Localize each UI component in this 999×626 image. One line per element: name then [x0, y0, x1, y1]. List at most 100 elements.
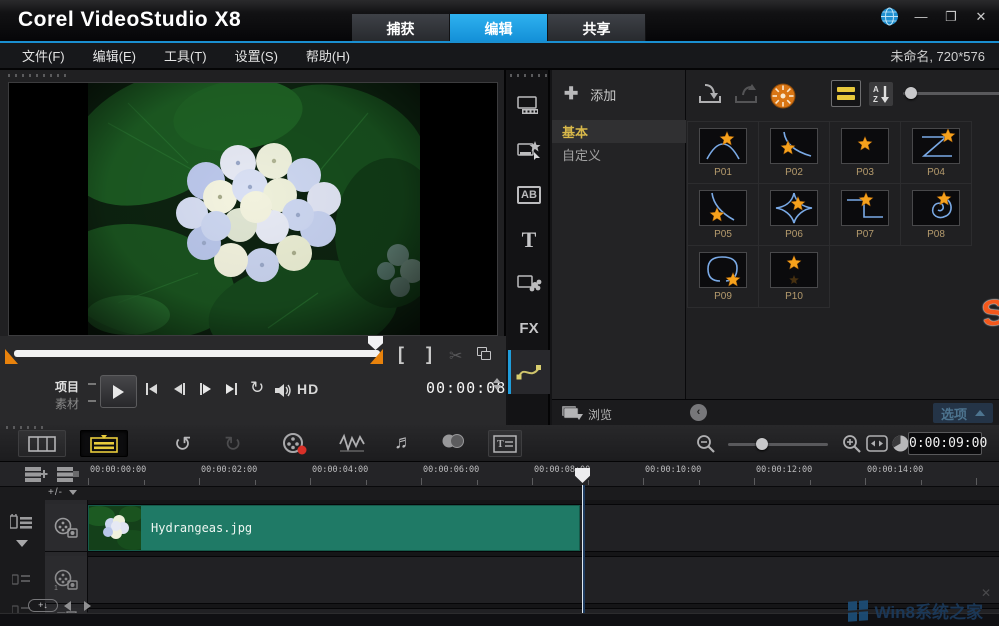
path-item-P03[interactable]: P03	[829, 121, 901, 184]
fit-project-icon[interactable]	[866, 435, 888, 452]
menu-item[interactable]: 工具(T)	[164, 46, 207, 65]
export-icon[interactable]	[733, 82, 761, 106]
window-controls: — ❐ ✕	[880, 7, 989, 26]
path-item-P08[interactable]: P08	[900, 183, 972, 246]
slider-thumb[interactable]	[905, 87, 917, 99]
path-item-P01[interactable]: P01	[687, 121, 759, 184]
mark-out-button[interactable]: ]	[426, 344, 432, 365]
media-library-button[interactable]	[508, 84, 550, 126]
menu-item[interactable]: 文件(F)	[22, 46, 65, 65]
repeat-icon[interactable]: ↻	[250, 378, 264, 398]
panel-grip[interactable]	[6, 426, 46, 429]
project-mode-label[interactable]: 项目	[55, 378, 79, 395]
ripple-edit-icon[interactable]	[10, 514, 34, 530]
thumbnail-size-slider[interactable]	[903, 92, 999, 95]
transport-controls: 项目 素材 ↻ HD 00:00:08:24	[0, 370, 506, 425]
hd-toggle[interactable]: HD	[297, 381, 319, 397]
motion-path-button[interactable]	[508, 350, 550, 394]
zoom-out-icon[interactable]	[696, 434, 716, 454]
category-自定义[interactable]: 自定义	[552, 143, 686, 166]
zoom-in-icon[interactable]	[842, 434, 862, 454]
globe-icon[interactable]	[880, 7, 899, 26]
menu-item[interactable]: 设置(S)	[235, 46, 278, 65]
timecode-spinner[interactable]	[493, 378, 501, 390]
add-category-button[interactable]: ✚ 添加	[564, 84, 616, 104]
path-item-P05[interactable]: P05	[687, 183, 759, 246]
path-item-P10[interactable]: P10	[758, 245, 830, 308]
storyboard-view-button[interactable]	[18, 430, 66, 457]
transition-button[interactable]: AB	[508, 174, 550, 216]
scroll-left-icon[interactable]	[64, 601, 71, 611]
undo-icon[interactable]: ↺	[174, 432, 192, 457]
path-gallery-grid: P01P02P03P04 P05P06P07P08 P09P10	[688, 122, 980, 308]
panel-grip[interactable]	[8, 74, 66, 77]
video-track-lane[interactable]: Hydrangeas.jpg	[88, 504, 999, 552]
overlay-lock-icon[interactable]	[12, 572, 30, 585]
next-frame-button[interactable]	[200, 383, 211, 395]
add-track-button[interactable]: +↓	[28, 599, 58, 612]
mark-in-button[interactable]: [	[398, 344, 404, 365]
tab-共享[interactable]: 共享	[548, 14, 646, 43]
panel-grip[interactable]	[510, 74, 548, 77]
timeline-view-button[interactable]	[80, 430, 128, 457]
split-clip-icon[interactable]: ✂	[449, 346, 462, 366]
pan-zoom-dial-icon[interactable]	[769, 82, 797, 110]
clip-hydrangeas[interactable]: Hydrangeas.jpg	[88, 505, 580, 551]
tab-编辑[interactable]: 编辑	[450, 14, 548, 43]
browse-icon[interactable]	[560, 404, 584, 422]
timeline-zoom-slider[interactable]	[728, 443, 828, 446]
path-item-P06[interactable]: P06	[758, 183, 830, 246]
browse-label[interactable]: 浏览	[588, 406, 612, 423]
auto-music-icon[interactable]: ♬	[394, 432, 413, 454]
record-capture-icon[interactable]	[282, 432, 308, 456]
play-button[interactable]	[100, 375, 137, 408]
overlay-track-header[interactable]: 1	[45, 556, 87, 604]
close-button[interactable]: ✕	[973, 9, 989, 25]
show-title-toggle[interactable]	[831, 80, 861, 107]
category-基本[interactable]: 基本	[552, 120, 686, 143]
minimize-button[interactable]: —	[913, 9, 929, 24]
show-all-tracks-icon[interactable]	[24, 466, 48, 482]
video-preview	[8, 82, 498, 336]
timeline-ruler[interactable]: 00:00:00:0000:00:02:0000:00:04:0000:00:0…	[0, 462, 999, 487]
title-button[interactable]: T	[508, 219, 550, 261]
path-item-P07[interactable]: P07	[829, 183, 901, 246]
track-add-remove-button[interactable]: +/-	[48, 487, 77, 498]
menubar: 文件(F)编辑(E)工具(T)设置(S)帮助(H) 未命名, 720*576	[0, 43, 999, 70]
timeline-timecode[interactable]: 0:00:09:00	[908, 432, 982, 455]
path-thumbnail	[770, 252, 818, 288]
options-button[interactable]: 选项	[933, 403, 993, 423]
previous-frame-button[interactable]	[174, 383, 185, 395]
filter-button[interactable]: FX	[508, 307, 550, 349]
scrubber-track[interactable]	[14, 350, 380, 357]
path-item-P02[interactable]: P02	[758, 121, 830, 184]
collapse-tracks-icon[interactable]	[16, 540, 28, 547]
subtitle-editor-button[interactable]: T	[488, 430, 522, 457]
maximize-button[interactable]: ❐	[943, 9, 959, 25]
track-manager-icon[interactable]	[56, 466, 80, 482]
sort-icon[interactable]: A Z	[869, 82, 893, 106]
volume-icon[interactable]	[274, 383, 293, 398]
collapse-left-button[interactable]: ‹	[690, 404, 707, 421]
sound-mixer-icon[interactable]	[338, 432, 366, 454]
tab-捕获[interactable]: 捕获	[352, 14, 450, 43]
menu-item[interactable]: 帮助(H)	[306, 46, 350, 65]
instant-project-button[interactable]	[508, 129, 550, 171]
graphic-button[interactable]	[508, 262, 550, 304]
scrubber-playhead[interactable]	[368, 336, 383, 350]
track-transition-icon[interactable]	[440, 432, 466, 450]
import-icon[interactable]	[697, 82, 725, 106]
path-item-P04[interactable]: P04	[900, 121, 972, 184]
path-item-P09[interactable]: P09	[687, 245, 759, 308]
go-to-end-button[interactable]	[226, 383, 237, 395]
scroll-right-icon[interactable]	[84, 601, 91, 611]
go-to-start-button[interactable]	[146, 383, 157, 395]
menu-item[interactable]: 编辑(E)	[93, 46, 136, 65]
enlarge-preview-icon[interactable]	[477, 347, 491, 360]
redo-icon[interactable]: ↻	[224, 432, 242, 457]
overlay-track-lane[interactable]	[88, 556, 999, 604]
clip-mode-label[interactable]: 素材	[55, 395, 79, 412]
slider-thumb[interactable]	[756, 438, 768, 450]
video-track-header[interactable]	[45, 504, 87, 552]
playhead-line[interactable]	[582, 485, 585, 626]
